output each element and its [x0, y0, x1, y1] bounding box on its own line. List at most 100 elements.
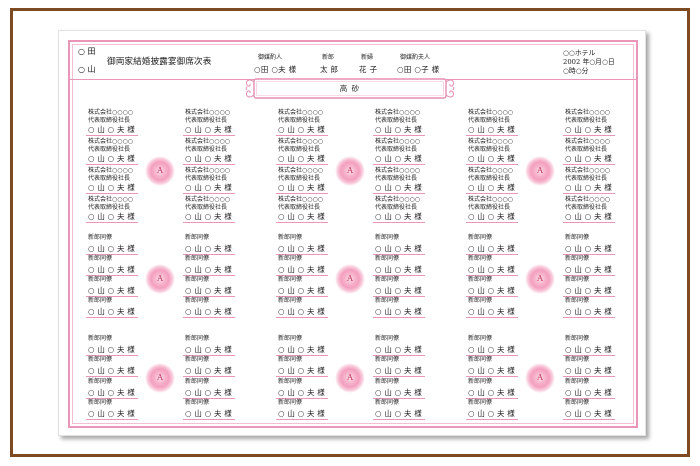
guest-name: ○ 山 ○ 夫 様: [88, 307, 135, 316]
guest-title: 代表取締役社長: [565, 204, 608, 211]
guest-entry: 新郎同僚 ○ 山 ○ 夫 様: [183, 297, 235, 318]
guest-relation: 新郎同僚: [185, 276, 210, 283]
guest-company: 株式会社○○○○: [375, 196, 420, 203]
guest-entry: 新郎同僚 ○ 山 ○ 夫 様: [183, 378, 235, 399]
guest-title: 代表取締役社長: [375, 146, 418, 153]
table-marker: A: [145, 363, 175, 393]
guest-name: ○ 山 ○ 夫 様: [375, 286, 422, 295]
guest-company: 株式会社○○○○: [278, 138, 323, 145]
guest-entry: 新郎同僚 ○ 山 ○ 夫 様: [86, 398, 138, 420]
guest-relation: 新郎同僚: [375, 356, 400, 364]
guest-company: 株式会社○○○○: [185, 138, 230, 145]
guest-company: 株式会社○○○○: [375, 167, 420, 174]
guest-name: ○ 山 ○ 夫 様: [185, 244, 232, 253]
guest-relation: 新郎同僚: [375, 234, 400, 241]
guest-title: 代表取締役社長: [278, 204, 321, 211]
guest-name: ○ 山 ○ 夫 様: [565, 244, 612, 253]
guest-entry: 株式会社○○○○ 代表取締役社長 ○ 山 ○ 夫 様: [563, 167, 615, 194]
guest-name: ○ 山 ○ 夫 様: [375, 345, 422, 354]
guest-entry: 新郎同僚 ○ 山 ○ 夫 様: [86, 377, 138, 399]
guest-name: ○ 山 ○ 夫 様: [278, 212, 325, 221]
guest-relation: 新郎同僚: [468, 234, 493, 241]
guest-title: 代表取締役社長: [375, 204, 418, 211]
guest-name: ○ 山 ○ 夫 様: [88, 366, 135, 376]
guest-relation: 新郎同僚: [88, 377, 113, 385]
guest-name: ○ 山 ○ 夫 様: [565, 212, 612, 221]
guest-entry: 新郎同僚 ○ 山 ○ 夫 様: [466, 234, 518, 255]
guest-entry: 新郎同僚 ○ 山 ○ 夫 様: [86, 297, 138, 318]
guest-entry: 株式会社○○○○ 代表取締役社長 ○ 山 ○ 夫 様: [183, 138, 235, 165]
guest-relation: 新郎同僚: [185, 297, 210, 304]
guest-name: ○ 山 ○ 夫 様: [88, 345, 135, 354]
guest-entry: 新郎同僚 ○ 山 ○ 夫 様: [466, 276, 518, 297]
guest-underline: [183, 317, 235, 318]
guest-company: 株式会社○○○○: [565, 138, 610, 145]
guest-name: ○ 山 ○ 夫 様: [88, 286, 135, 295]
guest-title: 代表取締役社長: [468, 204, 511, 211]
guest-name: ○ 山 ○ 夫 様: [185, 212, 232, 221]
guest-title: 代表取締役社長: [565, 117, 608, 124]
guest-entry: 新郎同僚 ○ 山 ○ 夫 様: [86, 356, 138, 378]
guest-title: 代表取締役社長: [565, 146, 608, 153]
guest-entry: 株式会社○○○○ 代表取締役社長 ○ 山 ○ 夫 様: [466, 109, 518, 136]
guest-entry: 新郎同僚 ○ 山 ○ 夫 様: [466, 297, 518, 318]
guest-relation: 新郎同僚: [185, 335, 210, 342]
guest-entry: 新郎同僚 ○ 山 ○ 夫 様: [373, 356, 425, 378]
guest-relation: 新郎同僚: [375, 377, 400, 385]
guest-title: 代表取締役社長: [88, 204, 131, 211]
guest-company: 株式会社○○○○: [185, 167, 230, 174]
guest-name: ○ 山 ○ 夫 様: [375, 154, 422, 163]
guest-name: ○ 山 ○ 夫 様: [185, 307, 232, 316]
guest-name: ○ 山 ○ 夫 様: [278, 154, 325, 163]
guest-relation: 新郎同僚: [88, 356, 113, 364]
guest-entry: 株式会社○○○○ 代表取締役社長 ○ 山 ○ 夫 様: [86, 138, 138, 165]
guest-underline: [373, 193, 425, 194]
guest-relation: 新郎同僚: [565, 377, 590, 385]
guest-name: ○ 山 ○ 夫 様: [468, 286, 515, 295]
guest-name: ○ 山 ○ 夫 様: [88, 212, 135, 221]
guest-name: ○ 山 ○ 夫 様: [565, 408, 612, 418]
guest-entry: 株式会社○○○○ 代表取締役社長 ○ 山 ○ 夫 様: [563, 109, 615, 136]
guest-underline: [563, 164, 615, 165]
guest-company: 株式会社○○○○: [185, 109, 230, 116]
guest-entry: 新郎同僚 ○ 山 ○ 夫 様: [276, 234, 328, 255]
guest-entry: 新郎同僚 ○ 山 ○ 夫 様: [563, 356, 615, 378]
guest-name: ○ 山 ○ 夫 様: [185, 125, 232, 134]
guest-entry: 新郎同僚 ○ 山 ○ 夫 様: [563, 377, 615, 399]
guest-entry: 株式会社○○○○ 代表取締役社長 ○ 山 ○ 夫 様: [86, 109, 138, 136]
guest-title: 代表取締役社長: [565, 175, 608, 182]
guest-relation: 新郎同僚: [88, 297, 113, 304]
guest-underline: [276, 222, 328, 223]
guest-name: ○ 山 ○ 夫 様: [468, 154, 515, 163]
guest-company: 株式会社○○○○: [468, 167, 513, 174]
guest-name: ○ 山 ○ 夫 様: [375, 265, 422, 274]
guest-title: 代表取締役社長: [278, 117, 321, 124]
guest-name: ○ 山 ○ 夫 様: [468, 307, 515, 316]
guest-underline: [466, 418, 518, 420]
guest-company: 株式会社○○○○: [185, 196, 230, 203]
guest-name: ○ 山 ○ 夫 様: [185, 345, 232, 354]
table-label: A: [157, 373, 163, 382]
guest-name: ○ 山 ○ 夫 様: [375, 366, 422, 376]
guest-title: 代表取締役社長: [185, 204, 228, 211]
guest-entry: 株式会社○○○○ 代表取締役社長 ○ 山 ○ 夫 様: [276, 167, 328, 194]
guest-entry: 株式会社○○○○ 代表取締役社長 ○ 山 ○ 夫 様: [373, 138, 425, 165]
guest-name: ○ 山 ○ 夫 様: [278, 387, 325, 397]
guest-relation: 新郎同僚: [278, 234, 303, 241]
guest-entry: 株式会社○○○○ 代表取締役社長 ○ 山 ○ 夫 様: [276, 196, 328, 223]
guest-name: ○ 山 ○ 夫 様: [565, 307, 612, 316]
table-marker: A: [145, 264, 175, 294]
guest-relation: 新郎同僚: [565, 297, 590, 304]
guest-name: ○ 山 ○ 夫 様: [565, 286, 612, 295]
guest-name: ○ 山 ○ 夫 様: [185, 265, 232, 274]
guest-underline: [373, 135, 425, 136]
guest-name: ○ 山 ○ 夫 様: [185, 183, 232, 192]
guest-relation: 新郎同僚: [88, 398, 113, 406]
guest-relation: 新郎同僚: [375, 297, 400, 304]
guest-company: 株式会社○○○○: [468, 196, 513, 203]
table-label: A: [347, 373, 353, 382]
guest-underline: [86, 317, 138, 318]
guest-relation: 新郎同僚: [375, 276, 400, 283]
guest-name: ○ 山 ○ 夫 様: [88, 408, 135, 418]
guest-name: ○ 山 ○ 夫 様: [278, 286, 325, 295]
